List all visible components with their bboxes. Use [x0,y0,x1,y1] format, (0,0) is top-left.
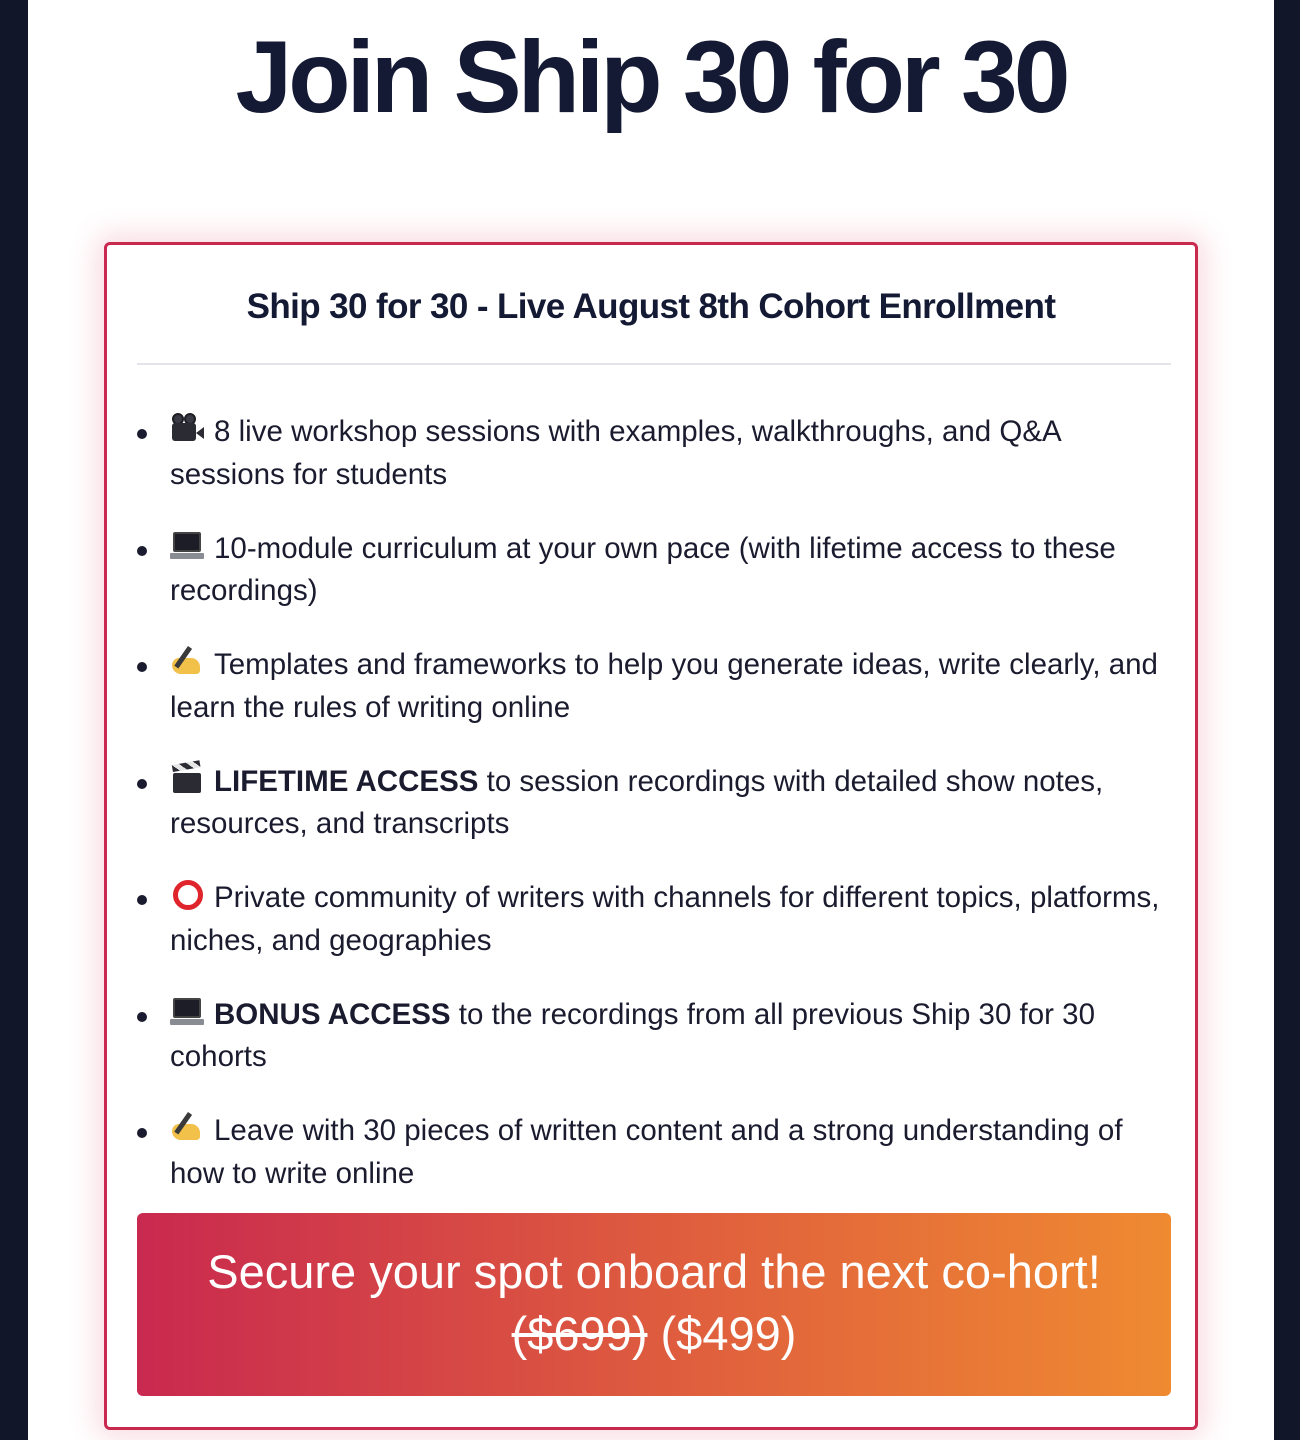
hollow-red-circle-icon [170,879,206,911]
old-price: ($699) [511,1307,648,1360]
feature-item-outcome: Leave with 30 pieces of written content … [137,1110,1177,1227]
feature-item-bonus-access: BONUS ACCESS to the recordings from all … [137,994,1177,1111]
feature-bold: LIFETIME ACCESS [214,764,479,798]
bullet-icon [137,429,147,439]
bullet-icon [137,895,147,905]
feature-bold: BONUS ACCESS [214,997,451,1031]
laptop-icon [170,996,206,1028]
enrollment-page: Join Ship 30 for 30 Ship 30 for 30 - Liv… [28,0,1274,1440]
feature-item-templates: Templates and frameworks to help you gen… [137,644,1177,761]
feature-text: Templates and frameworks to help you gen… [170,648,1158,724]
feature-item-workshops: 8 live workshop sessions with examples, … [137,411,1177,528]
bullet-icon [137,1128,147,1138]
page-title: Join Ship 30 for 30 [235,20,1071,134]
bullet-icon [137,545,147,556]
divider [137,363,1171,365]
feature-item-lifetime-access: LIFETIME ACCESS to session recordings wi… [137,759,1177,878]
cta-label: Secure your spot onboard the next co-hor… [207,1245,1101,1298]
bullet-icon [137,778,147,789]
feature-item-community: Private community of writers with channe… [137,877,1177,994]
writing-hand-icon [170,646,206,678]
bullet-icon [137,662,147,672]
feature-item-curriculum: 10-module curriculum at your own pace (w… [137,528,1177,645]
writing-hand-icon [170,1112,206,1144]
secure-spot-button[interactable]: Secure your spot onboard the next co-hor… [137,1213,1171,1396]
bullet-icon [137,1011,147,1022]
enrollment-card: Ship 30 for 30 - Live August 8th Cohort … [104,242,1198,1430]
feature-text: 10-module curriculum at your own pace (w… [170,531,1116,608]
feature-text: 8 live workshop sessions with examples, … [170,415,1061,491]
feature-text: Leave with 30 pieces of written content … [170,1114,1123,1190]
laptop-icon [170,530,206,562]
new-price: ($499) [660,1307,797,1360]
movie-camera-icon [170,413,206,445]
card-title: Ship 30 for 30 - Live August 8th Cohort … [246,287,1056,326]
clapper-board-icon [170,759,206,795]
feature-text: Private community of writers with channe… [170,881,1160,957]
feature-list: 8 live workshop sessions with examples, … [137,411,1177,1227]
